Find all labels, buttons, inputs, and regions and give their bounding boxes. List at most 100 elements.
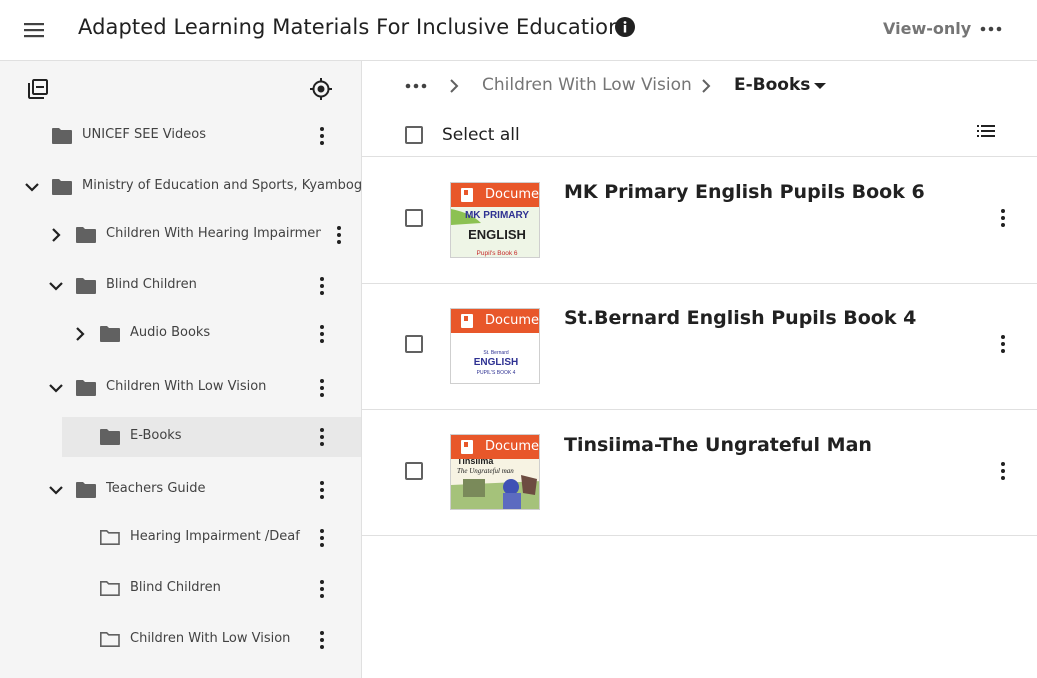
chevron-right-icon[interactable] <box>44 223 68 247</box>
item-checkbox[interactable] <box>405 335 423 353</box>
chevron-right-icon[interactable] <box>68 322 92 346</box>
breadcrumb-more-icon[interactable] <box>402 76 430 96</box>
hamburger-menu-button[interactable] <box>22 18 46 42</box>
tree-item-children-with-low-vision[interactable]: Children With Low Vision <box>0 368 361 408</box>
document-badge-label: Document <box>485 313 540 328</box>
cover-text-2: ENGLISH <box>468 227 526 242</box>
tree-item-hearing-impairment-deaf[interactable]: Hearing Impairment /Deaf <box>0 518 361 558</box>
folder-tree-sidebar: UNICEF SEE Videos Ministry of Education … <box>0 61 362 678</box>
tree-item-audio-books[interactable]: Audio Books <box>0 314 361 354</box>
list-view-icon[interactable] <box>974 119 998 143</box>
more-vert-icon[interactable] <box>310 425 334 449</box>
app-header: Adapted Learning Materials For Inclusive… <box>0 0 1037 61</box>
tree-item-blind-children[interactable]: Blind Children <box>0 266 361 306</box>
folder-outline-icon <box>100 581 120 596</box>
tree-item-label: E-Books <box>130 428 182 443</box>
hamburger-icon <box>24 23 44 38</box>
tree-item-label: Children With Low Vision <box>106 379 267 394</box>
cover-text-3: PUPIL'S BOOK 4 <box>477 370 516 376</box>
list-item[interactable]: Tinsiima The Ungrateful man Document Tin… <box>362 409 1037 536</box>
document-badge: Document <box>451 309 540 333</box>
tree-item-label: Blind Children <box>106 277 197 292</box>
more-vert-icon[interactable] <box>310 628 334 652</box>
item-title[interactable]: St.Bernard English Pupils Book 4 <box>564 307 916 329</box>
folder-icon <box>100 429 120 445</box>
tree-item-unicef-see-videos[interactable]: UNICEF SEE Videos <box>0 116 361 156</box>
item-title[interactable]: MK Primary English Pupils Book 6 <box>564 181 925 203</box>
locate-current-folder-button[interactable] <box>307 75 335 103</box>
more-vert-icon[interactable] <box>310 478 334 502</box>
tree-item-label: Blind Children <box>130 580 221 595</box>
breadcrumb-parent-link[interactable]: Children With Low Vision <box>482 75 692 95</box>
list-item[interactable]: MK PRIMARY ENGLISH Pupil's Book 6 Docume… <box>362 157 1037 284</box>
folder-icon <box>52 179 72 195</box>
tree-item-label: Ministry of Education and Sports, Kyambo… <box>82 178 362 193</box>
breadcrumb-current[interactable]: E-Books <box>734 75 810 95</box>
more-vert-icon[interactable] <box>310 526 334 550</box>
item-checkbox[interactable] <box>405 462 423 480</box>
locate-icon <box>310 78 332 100</box>
folder-icon <box>76 482 96 498</box>
folder-icon <box>76 278 96 294</box>
more-vert-icon[interactable] <box>310 376 334 400</box>
tree-item-label: Children With Low Vision <box>130 631 291 646</box>
tree-item-children-with-hearing-impairment[interactable]: Children With Hearing Impairment <box>0 215 361 255</box>
collapse-all-icon <box>28 79 48 99</box>
item-title[interactable]: Tinsiima-The Ungrateful Man <box>564 434 872 456</box>
main-content: Children With Low Vision E-Books Select … <box>362 61 1037 678</box>
cover-text-1: MK PRIMARY <box>465 210 529 221</box>
tree-item-ministry-of-education[interactable]: Ministry of Education and Sports, Kyambo… <box>0 167 362 207</box>
chevron-down-icon[interactable] <box>44 376 68 400</box>
folder-icon <box>76 227 96 243</box>
more-vert-icon[interactable] <box>327 223 351 247</box>
page-title: Adapted Learning Materials For Inclusive… <box>78 15 622 39</box>
more-vert-icon[interactable] <box>310 577 334 601</box>
tree-item-label: Teachers Guide <box>106 481 206 496</box>
more-vert-icon[interactable] <box>991 459 1015 483</box>
tree-item-e-books[interactable]: E-Books <box>62 417 361 457</box>
document-badge-label: Document <box>485 187 540 202</box>
document-badge: Document <box>451 183 540 207</box>
breadcrumb-separator-icon <box>702 79 711 93</box>
document-icon <box>461 440 473 454</box>
collapse-all-button[interactable] <box>24 75 52 103</box>
caret-down-icon[interactable] <box>810 78 830 94</box>
tree-item-label: Audio Books <box>130 325 211 340</box>
chevron-down-icon[interactable] <box>20 175 44 199</box>
breadcrumb-separator-icon <box>450 79 459 93</box>
item-thumbnail[interactable]: Tinsiima The Ungrateful man Document <box>450 434 540 510</box>
tree-item-label: UNICEF SEE Videos <box>82 127 206 142</box>
folder-outline-icon <box>100 632 120 647</box>
select-all-checkbox[interactable] <box>405 126 423 144</box>
list-item[interactable]: St. Bernard ENGLISH PUPIL'S BOOK 4 Docum… <box>362 283 1037 410</box>
chevron-down-icon[interactable] <box>44 478 68 502</box>
folder-icon <box>100 326 120 342</box>
tree-item-children-with-low-vision-guide[interactable]: Children With Low Vision <box>0 620 361 660</box>
more-vert-icon[interactable] <box>991 332 1015 356</box>
tree-item-teachers-guide[interactable]: Teachers Guide <box>0 470 361 510</box>
info-button[interactable] <box>614 16 636 38</box>
cover-text-1: St. Bernard <box>483 350 509 356</box>
cover-text-2: The Ungrateful man <box>457 467 514 475</box>
folder-icon <box>52 128 72 144</box>
select-all-label: Select all <box>442 125 520 145</box>
more-vert-icon[interactable] <box>310 322 334 346</box>
document-icon <box>461 314 473 328</box>
document-badge-label: Document <box>485 439 540 454</box>
more-horiz-icon <box>980 26 1002 32</box>
item-thumbnail[interactable]: St. Bernard ENGLISH PUPIL'S BOOK 4 Docum… <box>450 308 540 384</box>
more-vert-icon[interactable] <box>310 124 334 148</box>
tree-item-blind-children-guide[interactable]: Blind Children <box>0 569 361 609</box>
more-vert-icon[interactable] <box>991 206 1015 230</box>
tree-item-label: Hearing Impairment /Deaf <box>130 529 300 544</box>
item-thumbnail[interactable]: MK PRIMARY ENGLISH Pupil's Book 6 Docume… <box>450 182 540 258</box>
item-checkbox[interactable] <box>405 209 423 227</box>
view-only-label: View-only <box>883 19 972 38</box>
document-badge: Document <box>451 435 540 459</box>
more-vert-icon[interactable] <box>310 274 334 298</box>
cover-text-2: ENGLISH <box>474 357 518 368</box>
chevron-down-icon[interactable] <box>44 274 68 298</box>
cover-text-3: Pupil's Book 6 <box>477 250 518 257</box>
tree-item-label: Children With Hearing Impairment <box>106 226 321 241</box>
header-more-button[interactable] <box>978 17 1004 41</box>
